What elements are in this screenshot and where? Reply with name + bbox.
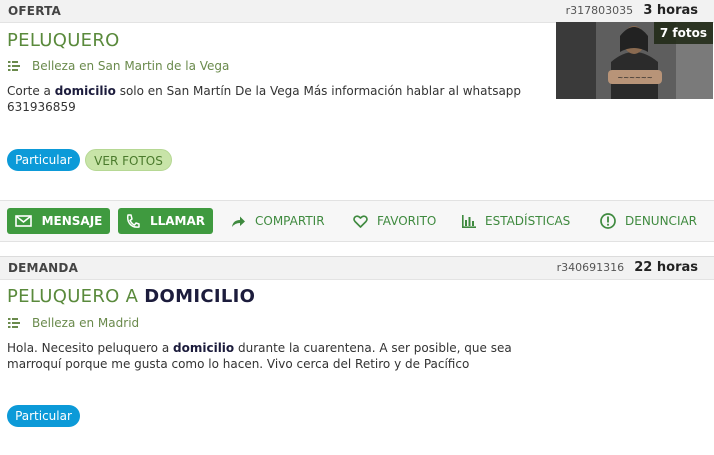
ad-description: Corte a domicilio solo en San Martín De … — [7, 83, 527, 115]
ad-title[interactable]: PELUQUERO — [7, 30, 120, 51]
phone-icon — [126, 213, 140, 228]
ad-category[interactable]: Belleza en San Martin de la Vega — [8, 59, 229, 73]
message-button[interactable]: MENSAJE — [7, 208, 110, 234]
ad-type-label: DEMANDA — [8, 261, 79, 275]
ad-photo-thumbnail[interactable]: ~~~~~~ 7 fotos — [556, 22, 713, 99]
ad-meta: r340691316 22 horas — [557, 260, 698, 275]
ad-time: 3 horas — [643, 3, 698, 18]
photo-count-badge: 7 fotos — [653, 22, 713, 44]
desc-highlight: domicilio — [54, 84, 116, 98]
svg-text:~~~~~~: ~~~~~~ — [617, 74, 652, 82]
heart-icon — [353, 214, 368, 228]
list-icon — [8, 318, 20, 328]
desc-highlight: domicilio — [173, 341, 235, 355]
ad-action-bar: MENSAJE LLAMAR COMPARTIR FAVORITO ESTADÍ… — [0, 200, 714, 242]
message-button-label: MENSAJE — [41, 214, 103, 228]
share-button[interactable]: COMPARTIR — [231, 212, 325, 230]
ad-title-text: PELUQUERO A — [7, 286, 145, 307]
ad-category[interactable]: Belleza en Madrid — [8, 316, 139, 330]
favorite-button[interactable]: FAVORITO — [353, 212, 436, 230]
ad-title-highlight: DOMICILIO — [144, 286, 256, 307]
report-button[interactable]: DENUNCIAR — [600, 212, 697, 230]
desc-text: Hola. Necesito peluquero a — [7, 341, 174, 355]
ad-meta: r317803035 3 horas — [566, 3, 698, 18]
ad-card-1: OFERTA r317803035 3 horas ~~~~~~ 7 fotos… — [0, 0, 714, 200]
view-photos-button[interactable]: VER FOTOS — [85, 149, 172, 171]
ad-time: 22 horas — [634, 260, 698, 275]
share-arrow-icon — [232, 216, 245, 227]
ad-reference: r317803035 — [565, 4, 634, 17]
report-button-label: DENUNCIAR — [625, 214, 698, 228]
bar-chart-icon — [462, 214, 476, 228]
ad-type-label: OFERTA — [8, 4, 62, 18]
envelope-icon — [14, 215, 32, 227]
ad-category-label: Belleza en Madrid — [32, 316, 140, 330]
call-button-label: LLAMAR — [149, 214, 206, 228]
ad-title[interactable]: PELUQUERO A DOMICILIO — [7, 286, 255, 307]
ad-description: Hola. Necesito peluquero a domicilio dur… — [7, 340, 527, 372]
stats-button[interactable]: ESTADÍSTICAS — [462, 212, 570, 230]
desc-text: Corte a — [7, 84, 55, 98]
seller-type-badge[interactable]: Particular — [7, 149, 80, 171]
favorite-button-label: FAVORITO — [377, 214, 437, 228]
share-button-label: COMPARTIR — [255, 214, 325, 228]
list-icon — [8, 61, 20, 71]
ad-reference: r340691316 — [556, 261, 625, 274]
ad-header: DEMANDA r340691316 22 horas — [0, 256, 714, 280]
ad-category-label: Belleza en San Martin de la Vega — [32, 59, 230, 73]
alert-circle-icon — [600, 213, 616, 229]
seller-type-badge[interactable]: Particular — [7, 405, 80, 427]
ad-header: OFERTA r317803035 3 horas — [0, 0, 714, 23]
ad-card-2: DEMANDA r340691316 22 horas PELUQUERO A … — [0, 256, 714, 455]
call-button[interactable]: LLAMAR — [118, 208, 213, 234]
stats-button-label: ESTADÍSTICAS — [485, 214, 571, 228]
